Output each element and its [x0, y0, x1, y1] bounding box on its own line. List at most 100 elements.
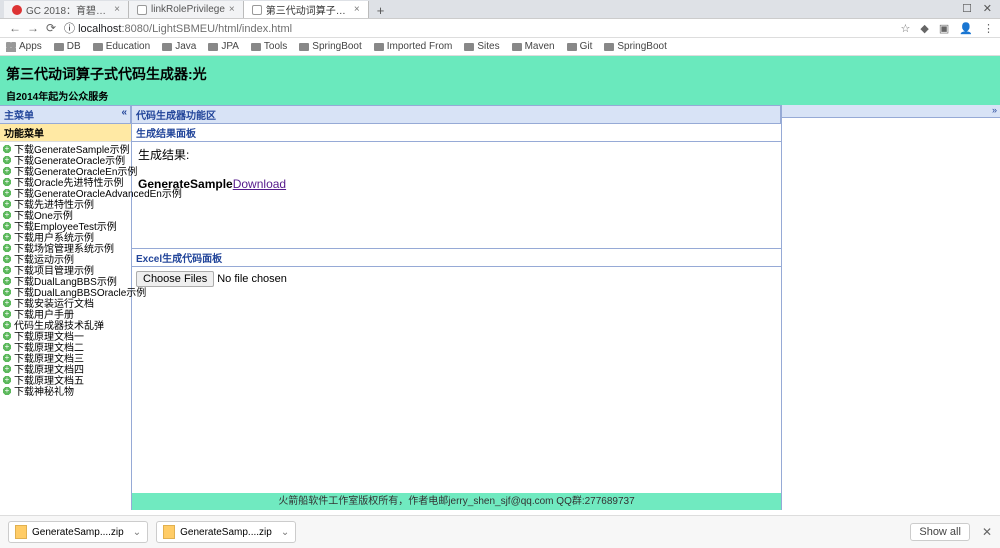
plus-icon: + — [2, 375, 12, 385]
tree-menu: +下载GenerateSample示例+下载GenerateOracle示例+下… — [0, 142, 131, 397]
favicon-icon — [252, 5, 262, 15]
plus-icon: + — [2, 309, 12, 319]
sidebar: 主菜单« 功能菜单 +下载GenerateSample示例+下载Generate… — [0, 105, 132, 510]
reload-button[interactable]: ⟳ — [42, 21, 60, 35]
window-close-icon[interactable]: ✕ — [983, 2, 992, 15]
favicon-icon — [12, 5, 22, 15]
plus-icon: + — [2, 353, 12, 363]
plus-icon: + — [2, 254, 12, 264]
address-bar[interactable]: ⓘ localhost:8080/LightSBMEU/html/index.h… — [60, 20, 901, 36]
since-banner: 自2014年起为公众服务 — [0, 86, 1000, 105]
close-icon[interactable]: × — [354, 4, 360, 15]
bookmark-folder[interactable]: Tools — [251, 41, 287, 52]
bookmark-folder[interactable]: Sites — [464, 41, 499, 52]
bookmark-folder[interactable]: SpringBoot — [299, 41, 361, 52]
folder-icon — [299, 43, 309, 51]
chevron-down-icon[interactable]: ⌄ — [281, 527, 289, 538]
close-icon[interactable]: × — [229, 4, 235, 15]
folder-icon — [604, 43, 614, 51]
bookmark-folder[interactable]: Git — [567, 41, 593, 52]
plus-icon: + — [2, 331, 12, 341]
bookmark-folder[interactable]: Maven — [512, 41, 555, 52]
browser-tab[interactable]: linkRolePrivilege× — [129, 1, 244, 18]
right-panel: » — [782, 105, 1000, 510]
generate-sample-row: GenerateSampleDownload — [138, 177, 775, 191]
plus-icon: + — [2, 166, 12, 176]
tree-item[interactable]: +下载神秘礼物 — [0, 385, 131, 396]
center-title: 代码生成器功能区 — [132, 105, 781, 124]
apps-icon — [6, 42, 16, 52]
plus-icon: + — [2, 144, 12, 154]
plus-icon: + — [2, 221, 12, 231]
folder-icon — [251, 43, 261, 51]
plus-icon: + — [2, 276, 12, 286]
star-icon[interactable]: ☆ — [901, 22, 911, 35]
plus-icon: + — [2, 188, 12, 198]
bookmark-folder[interactable]: SpringBoot — [604, 41, 666, 52]
tree-label: 下载神秘礼物 — [14, 383, 74, 398]
plus-icon: + — [2, 177, 12, 187]
favicon-icon — [137, 5, 147, 15]
plus-icon: + — [2, 199, 12, 209]
chevron-right-icon: » — [992, 105, 997, 116]
excel-panel-title: Excel生成代码面板 — [132, 249, 781, 267]
result-label: 生成结果: — [138, 146, 775, 163]
file-icon — [163, 525, 175, 539]
plus-icon: + — [2, 298, 12, 308]
bookmark-folder[interactable]: Imported From — [374, 41, 453, 52]
result-panel-title: 生成结果面板 — [132, 124, 781, 142]
forward-button[interactable]: → — [24, 21, 42, 35]
window-maximize-icon[interactable]: ☐ — [962, 2, 972, 15]
folder-icon — [208, 43, 218, 51]
folder-icon — [374, 43, 384, 51]
new-tab-button[interactable]: + — [369, 3, 393, 18]
plus-icon: + — [2, 320, 12, 330]
plus-icon: + — [2, 342, 12, 352]
plus-icon: + — [2, 287, 12, 297]
plus-icon: + — [2, 232, 12, 242]
download-item[interactable]: GenerateSamp....zip⌄ — [8, 521, 148, 543]
collapse-icon[interactable]: « — [121, 107, 127, 118]
sidebar-title: 主菜单« — [0, 105, 131, 124]
folder-icon — [54, 43, 64, 51]
download-link[interactable]: Download — [233, 177, 286, 191]
plus-icon: + — [2, 364, 12, 374]
plus-icon: + — [2, 265, 12, 275]
folder-icon — [464, 43, 474, 51]
folder-icon — [93, 43, 103, 51]
extension-icon[interactable]: ◆ — [920, 22, 928, 35]
page-footer: 火箭船软件工作室版权所有，作者电邮jerry_shen_sjf@qq.com Q… — [132, 493, 781, 510]
page-header: 第三代动词算子式代码生成器:光 — [0, 56, 1000, 86]
sidebar-subtitle: 功能菜单 — [0, 124, 131, 142]
extension-icon[interactable]: ▣ — [939, 22, 949, 35]
show-all-button[interactable]: Show all — [910, 523, 970, 541]
chevron-down-icon[interactable]: ⌄ — [133, 527, 141, 538]
bookmark-folder[interactable]: DB — [54, 41, 81, 52]
shelf-close-button[interactable]: ✕ — [982, 525, 992, 539]
apps-bookmark[interactable]: Apps — [6, 41, 42, 52]
back-button[interactable]: ← — [6, 21, 24, 35]
file-status: No file chosen — [217, 273, 287, 285]
menu-icon[interactable]: ⋮ — [983, 22, 994, 35]
download-item[interactable]: GenerateSamp....zip⌄ — [156, 521, 296, 543]
browser-tab[interactable]: GC 2018：育碧新作《纪元× — [4, 1, 129, 18]
page-title: 第三代动词算子式代码生成器:光 — [6, 64, 994, 84]
folder-icon — [162, 43, 172, 51]
plus-icon: + — [2, 386, 12, 396]
plus-icon: + — [2, 243, 12, 253]
bookmarks-bar: Apps DB Education Java JPA Tools SpringB… — [0, 38, 1000, 56]
close-icon[interactable]: × — [114, 4, 120, 15]
choose-files-button[interactable]: Choose Files — [136, 271, 214, 287]
bookmark-folder[interactable]: JPA — [208, 41, 239, 52]
plus-icon: + — [2, 155, 12, 165]
right-collapse[interactable]: » — [782, 105, 1000, 118]
download-shelf: GenerateSamp....zip⌄ GenerateSamp....zip… — [0, 515, 1000, 548]
bookmark-folder[interactable]: Java — [162, 41, 196, 52]
bookmark-folder[interactable]: Education — [93, 41, 150, 52]
folder-icon — [512, 43, 522, 51]
tab-strip: GC 2018：育碧新作《纪元× linkRolePrivilege× 第三代动… — [0, 0, 1000, 18]
browser-tab-active[interactable]: 第三代动词算子式代码生成× — [244, 1, 369, 18]
folder-icon — [567, 43, 577, 51]
plus-icon: + — [2, 210, 12, 220]
profile-icon[interactable]: 👤 — [959, 22, 973, 35]
